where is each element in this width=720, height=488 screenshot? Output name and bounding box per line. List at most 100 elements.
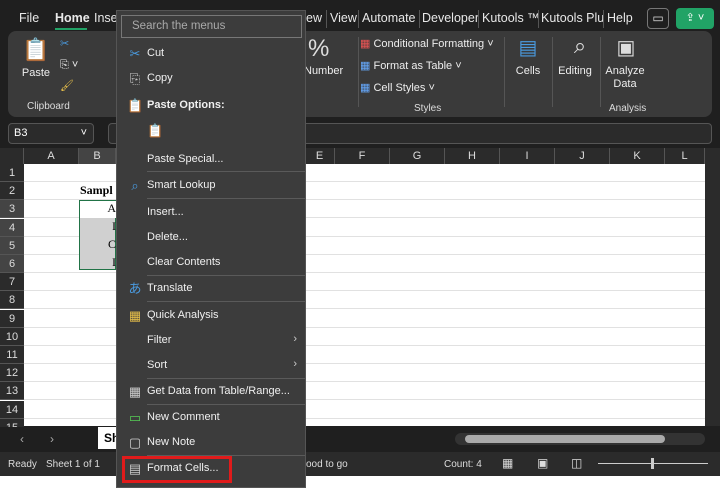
tab-kutools-plus[interactable]: Kutools Plu	[541, 11, 604, 25]
new-comment-icon: ▭	[128, 410, 142, 425]
col-header-b[interactable]: B	[79, 148, 116, 164]
tab-insert[interactable]: Inse	[94, 11, 118, 25]
row-header-7[interactable]: 7	[0, 273, 24, 292]
col-header-k[interactable]: K	[610, 148, 665, 164]
worksheet-grid[interactable]: A B E F G H I J K L 12345678910111213141…	[0, 148, 705, 455]
chevron-right-icon: ›	[293, 358, 297, 370]
normal-view-icon[interactable]: ▦	[502, 456, 513, 470]
row-header-1[interactable]: 1	[0, 164, 24, 182]
tab-view[interactable]: View	[330, 11, 357, 25]
status-count: Count: 4	[444, 459, 482, 470]
col-header-h[interactable]: H	[445, 148, 500, 164]
tab-kutools[interactable]: Kutools ™	[482, 11, 540, 25]
cell-b2[interactable]: Sampl	[80, 183, 113, 198]
horizontal-scrollbar[interactable]	[455, 433, 705, 445]
share-button[interactable]: ⇪ ˅	[676, 8, 714, 29]
copy-icon[interactable]: ⎘ ˅	[60, 59, 78, 72]
col-header-g[interactable]: G	[390, 148, 445, 164]
cell-b5[interactable]: C	[80, 237, 116, 252]
menu-item-copy[interactable]: ⎘ Copy	[117, 67, 305, 91]
col-header-a[interactable]: A	[24, 148, 79, 164]
editing-button[interactable]: Editing	[554, 65, 596, 77]
menu-item-filter[interactable]: Filter ›	[117, 329, 305, 353]
status-sheet: Sheet 1 of 1	[46, 459, 100, 470]
comments-button[interactable]: ▭	[647, 8, 669, 29]
col-header-e[interactable]: E	[305, 148, 335, 164]
row-header-10[interactable]: 10	[0, 327, 24, 346]
number-button[interactable]: Number	[304, 65, 343, 77]
row-header-2[interactable]: 2	[0, 182, 24, 201]
copy-icon: ⎘	[129, 71, 141, 86]
cut-icon[interactable]: ✂	[60, 37, 69, 50]
col-header-l[interactable]: L	[665, 148, 705, 164]
format-painter-icon[interactable]: 🖌	[60, 79, 74, 92]
row-header-13[interactable]: 13	[0, 382, 24, 401]
tab-review[interactable]: ew	[306, 11, 322, 25]
col-header-f[interactable]: F	[335, 148, 390, 164]
menu-item-new-comment[interactable]: ▭ New Comment	[117, 406, 305, 430]
row-header-12[interactable]: 12	[0, 364, 24, 383]
name-box[interactable]: B3 ˅	[8, 123, 94, 144]
status-ready: Ready	[8, 459, 37, 470]
paste-icon: 📋	[22, 37, 50, 62]
row-header-3[interactable]: 3	[0, 200, 24, 219]
conditional-formatting-button[interactable]: ▦ Conditional Formatting ˅	[360, 37, 494, 50]
status-accessibility[interactable]: ood to go	[306, 459, 348, 470]
tab-file[interactable]: File	[19, 11, 39, 25]
row-header-8[interactable]: 8	[0, 291, 24, 310]
tab-home[interactable]: Home	[55, 11, 90, 25]
menu-item-paste-special[interactable]: Paste Special...	[117, 148, 305, 172]
menu-item-get-data[interactable]: ▦ Get Data from Table/Range...	[117, 380, 305, 404]
analyze-data-button[interactable]: Analyze Data	[604, 65, 646, 91]
paste-button[interactable]: Paste	[18, 67, 54, 79]
sheet-tab-bar: ‹ › Sh	[0, 427, 720, 452]
paste-options-label: 📋 Paste Options:	[127, 98, 225, 113]
cell-styles-icon: ▦	[360, 82, 371, 94]
page-break-icon[interactable]: ◫	[571, 456, 582, 470]
cut-icon: ✂	[129, 46, 141, 61]
quick-analysis-icon: ▦	[128, 308, 142, 323]
context-menu: Search the menus ✂ Cut ⎘ Copy 📋 Paste Optio…	[116, 10, 306, 488]
vertical-scrollbar[interactable]	[705, 148, 720, 426]
menu-item-smart-lookup[interactable]: ⌕ Smart Lookup	[117, 174, 305, 198]
table-icon: ▦	[128, 384, 142, 399]
cell-styles-button[interactable]: ▦ Cell Styles ˅	[360, 81, 435, 94]
cell-b4[interactable]: I	[80, 219, 116, 234]
cells-button[interactable]: Cells	[514, 65, 542, 77]
tab-automate[interactable]: Automate	[362, 11, 416, 25]
row-header-11[interactable]: 11	[0, 346, 24, 364]
menu-item-sort[interactable]: Sort ›	[117, 354, 305, 378]
row-header-9[interactable]: 9	[0, 309, 24, 328]
menu-item-delete[interactable]: Delete...	[117, 226, 305, 250]
menu-item-clear-contents[interactable]: Clear Contents	[117, 251, 305, 275]
col-header-i[interactable]: I	[500, 148, 555, 164]
menu-item-quick-analysis[interactable]: ▦ Quick Analysis	[117, 304, 305, 328]
menu-item-cut[interactable]: ✂ Cut	[117, 42, 305, 66]
clipboard-group-label: Clipboard	[27, 101, 70, 112]
select-all[interactable]	[0, 148, 24, 164]
page-layout-icon[interactable]: ▣	[537, 456, 548, 470]
menu-item-translate[interactable]: あ Translate	[117, 277, 305, 301]
tab-developer[interactable]: Developer	[422, 11, 479, 25]
next-sheet-icon[interactable]: ›	[50, 432, 54, 446]
format-as-table-button[interactable]: ▦ Format as Table ˅	[360, 59, 462, 72]
formula-bar: B3 ˅	[8, 123, 712, 144]
format-as-table-icon: ▦	[360, 60, 371, 72]
prev-sheet-icon[interactable]: ‹	[20, 432, 24, 446]
col-header-j[interactable]: J	[555, 148, 610, 164]
cell-b3[interactable]: A	[80, 201, 116, 218]
paste-option-button[interactable]: 📋	[137, 119, 167, 143]
zoom-slider-thumb[interactable]	[651, 458, 654, 469]
row-header-4[interactable]: 4	[0, 218, 24, 237]
menu-item-new-note[interactable]: ▢ New Note	[117, 431, 305, 455]
menu-search-input[interactable]: Search the menus	[121, 15, 302, 38]
tab-help[interactable]: Help	[607, 11, 633, 25]
row-header-14[interactable]: 14	[0, 400, 24, 419]
row-header-6[interactable]: 6	[0, 255, 24, 273]
row-header-5[interactable]: 5	[0, 236, 24, 255]
cell-b6[interactable]: I	[80, 255, 116, 270]
percent-icon: %	[308, 35, 330, 62]
active-tab-underline	[55, 28, 87, 30]
menu-item-insert[interactable]: Insert...	[117, 201, 305, 225]
chevron-right-icon: ›	[293, 333, 297, 345]
